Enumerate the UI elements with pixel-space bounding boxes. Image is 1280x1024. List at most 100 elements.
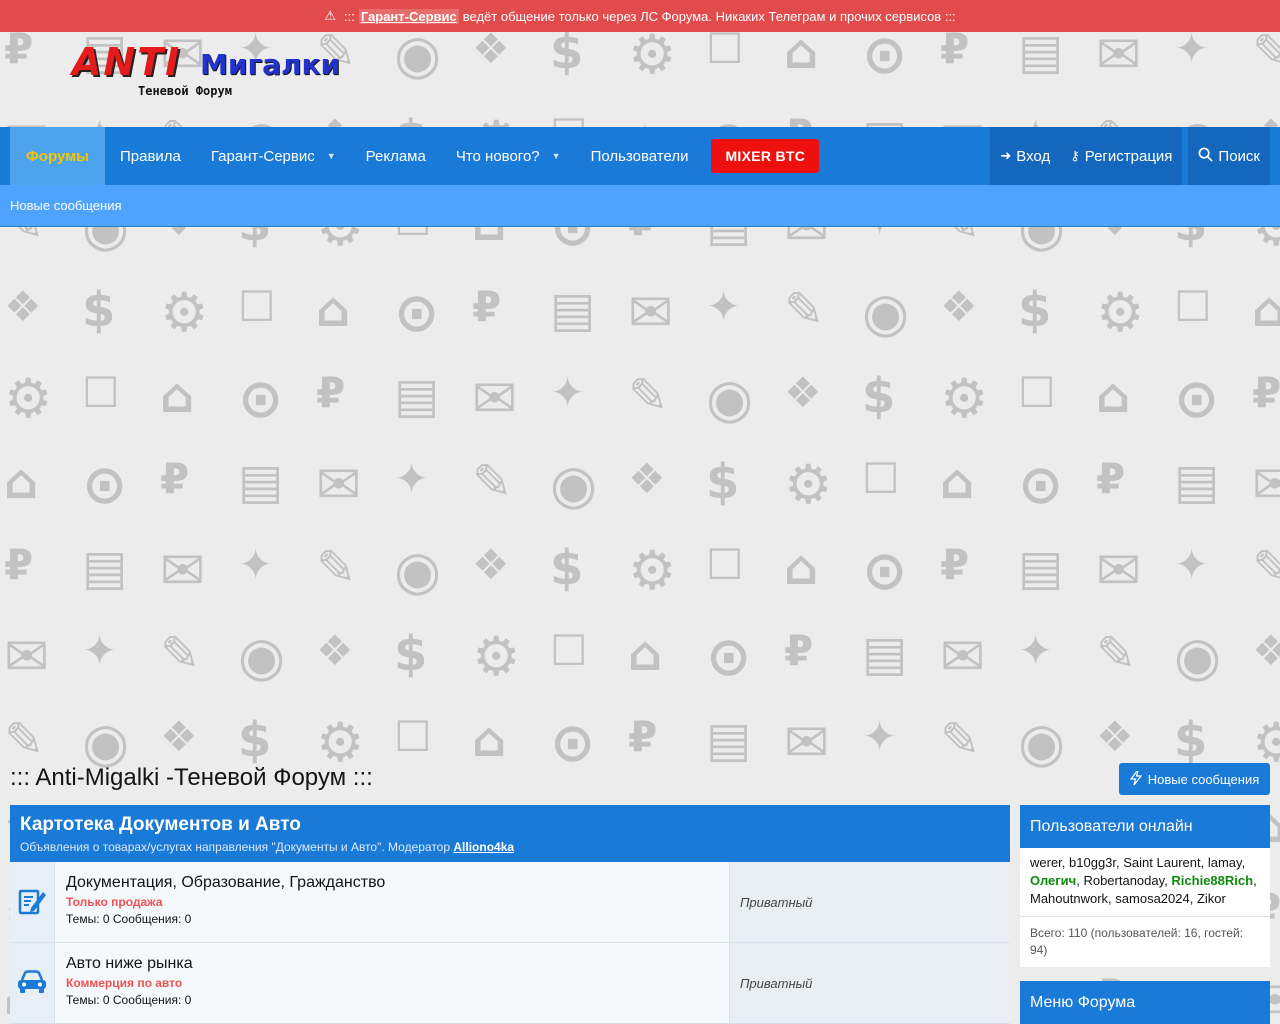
background-glyph: ⊙: [82, 453, 128, 516]
background-glyph: ✦: [1174, 540, 1210, 589]
background-glyph: ⊙: [706, 625, 752, 688]
login-button[interactable]: ➜ Вход: [990, 127, 1061, 185]
nav-garant[interactable]: Гарант-Сервис ▼: [196, 127, 351, 185]
background-glyph: ⌂: [1252, 282, 1280, 338]
notice-bar: ⚠ ::: Гарант-Сервис ведёт общение только…: [0, 0, 1280, 32]
forum-stats: Темы: 0 Сообщения: 0: [66, 912, 192, 926]
background-glyph: ◉: [1174, 625, 1222, 688]
online-user-link[interactable]: Mahoutnwork: [1030, 891, 1108, 906]
background-glyph: ✦: [706, 282, 742, 331]
warning-icon: ⚠: [324, 8, 336, 23]
background-glyph: ✉: [1096, 539, 1142, 602]
background-glyph: ❖: [160, 712, 198, 761]
background-glyph: ❖: [628, 454, 666, 503]
forum-stats: Темы: 0 Сообщения: 0: [66, 993, 192, 1007]
category-title[interactable]: Картотека Документов и Авто: [20, 814, 1000, 836]
background-glyph: ⌂: [784, 540, 819, 596]
moderator-link[interactable]: Alliono4ka: [453, 840, 514, 854]
online-user-link[interactable]: werer: [1030, 855, 1062, 870]
background-glyph: ⊙: [862, 539, 908, 602]
background-glyph: ✎: [472, 454, 513, 510]
background-glyph: ✦: [1018, 626, 1054, 675]
site-logo[interactable]: ANTI Мигалки Теневой Форум: [72, 40, 342, 104]
logo-migalki: Мигалки: [200, 48, 341, 81]
background-glyph: ◉: [82, 711, 130, 774]
subnav-new-posts[interactable]: Новые сообщения: [10, 198, 122, 213]
online-total: Всего: 110 (пользователей: 16, гостей: 9…: [1020, 916, 1270, 967]
online-users-title[interactable]: Пользователи онлайн: [1020, 805, 1270, 848]
background-glyph: ▤: [82, 540, 128, 596]
nav-ads[interactable]: Реклама: [351, 127, 441, 185]
background-glyph: ✦: [862, 712, 898, 761]
background-glyph: ☐: [82, 368, 120, 417]
background-glyph: ⚙: [4, 367, 53, 430]
background-glyph: ⚙: [628, 23, 677, 86]
search-label: Поиск: [1218, 147, 1260, 165]
forum-last-post: Приватный: [730, 943, 1010, 1023]
background-glyph: ▤: [1018, 24, 1064, 80]
background-glyph: ✉: [1096, 23, 1142, 86]
online-user-link[interactable]: lamay: [1208, 855, 1242, 870]
background-glyph: ⌂: [472, 712, 507, 768]
background-glyph: ✉: [784, 711, 830, 774]
background-glyph: ⌂: [940, 454, 975, 510]
background-glyph: ✎: [160, 626, 201, 682]
nav-rules-label: Правила: [119, 147, 181, 165]
background-glyph: ☐: [550, 626, 588, 675]
forum-main-cell: Документация, Образование, Гражданство Т…: [55, 862, 730, 942]
new-posts-button[interactable]: Новые сообщения: [1119, 763, 1270, 795]
forum-icon-cell: [10, 862, 55, 942]
nav-members[interactable]: Пользователи: [576, 127, 704, 185]
background-glyph: ✎: [1252, 540, 1280, 596]
online-user-link[interactable]: b10gg3r: [1069, 855, 1116, 870]
chevron-down-icon[interactable]: ▼: [552, 151, 561, 161]
background-glyph: ⊙: [394, 281, 440, 344]
chevron-down-icon[interactable]: ▼: [327, 151, 336, 161]
forum-last-post: Приватный: [730, 862, 1010, 942]
background-glyph: ▤: [1018, 540, 1064, 596]
forum-menu-title[interactable]: Меню Форума: [1020, 981, 1270, 1024]
background-glyph: $: [550, 540, 584, 596]
background-glyph: ✦: [82, 626, 118, 675]
online-user-link[interactable]: Richie88Rich: [1171, 873, 1253, 888]
forum-main-cell: Авто ниже рынка Коммерция по авто Темы: …: [55, 943, 730, 1023]
forum-title[interactable]: Документация, Образование, Гражданство: [66, 874, 718, 892]
forum-category: Картотека Документов и Авто Объявления о…: [10, 805, 1010, 1024]
background-glyph: ❖: [1252, 626, 1280, 675]
nav-rules[interactable]: Правила: [105, 127, 196, 185]
nav-forums[interactable]: Форумы: [10, 127, 105, 185]
background-glyph: ☐: [1018, 368, 1056, 417]
background-glyph: ₽: [4, 540, 34, 589]
background-glyph: ✎: [316, 540, 357, 596]
register-label: Регистрация: [1084, 147, 1173, 165]
nav-members-label: Пользователи: [590, 147, 689, 165]
online-user-link[interactable]: Zikor: [1197, 891, 1226, 906]
notice-garant-link[interactable]: Гарант-Сервис: [358, 8, 459, 24]
online-user-link[interactable]: samosa2024: [1115, 891, 1189, 906]
background-glyph: ☐: [394, 712, 432, 761]
new-posts-button-label: Новые сообщения: [1147, 771, 1260, 787]
background-glyph: ▤: [394, 368, 440, 424]
background-glyph: ⊙: [1174, 367, 1220, 430]
background-glyph: ❖: [316, 626, 354, 675]
online-user-link[interactable]: Robertanoday: [1083, 873, 1164, 888]
mixer-btc-button[interactable]: MIXER BTC: [711, 139, 820, 173]
logo-anti: ANTI: [72, 40, 182, 84]
background-glyph: ☐: [238, 282, 276, 331]
background-glyph: ◉: [238, 625, 286, 688]
background-glyph: ₽: [628, 712, 658, 761]
background-glyph: ₽: [784, 626, 814, 675]
forum-title[interactable]: Авто ниже рынка: [66, 955, 718, 973]
background-glyph: ✦: [238, 540, 274, 589]
search-button[interactable]: Поиск: [1188, 127, 1270, 185]
online-user-link[interactable]: Олегич: [1030, 873, 1076, 888]
car-icon: [16, 969, 48, 997]
online-user-link[interactable]: Saint Laurent: [1123, 855, 1200, 870]
background-glyph: ⊙: [550, 711, 596, 774]
nav-ads-label: Реклама: [365, 147, 426, 165]
background-glyph: ⚙: [316, 711, 365, 774]
register-button[interactable]: ⚷ Регистрация: [1060, 127, 1183, 185]
background-glyph: ✎: [628, 368, 669, 424]
nav-whats-new[interactable]: Что нового? ▼: [441, 127, 576, 185]
background-glyph: ⊙: [862, 23, 908, 86]
